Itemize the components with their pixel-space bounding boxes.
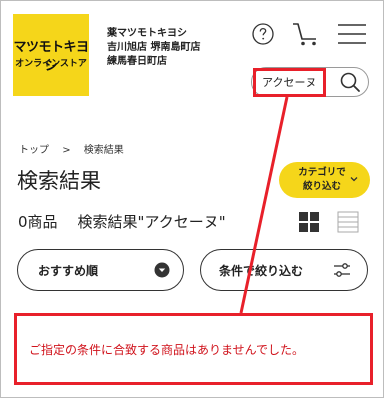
message-highlight-box [14,313,373,385]
